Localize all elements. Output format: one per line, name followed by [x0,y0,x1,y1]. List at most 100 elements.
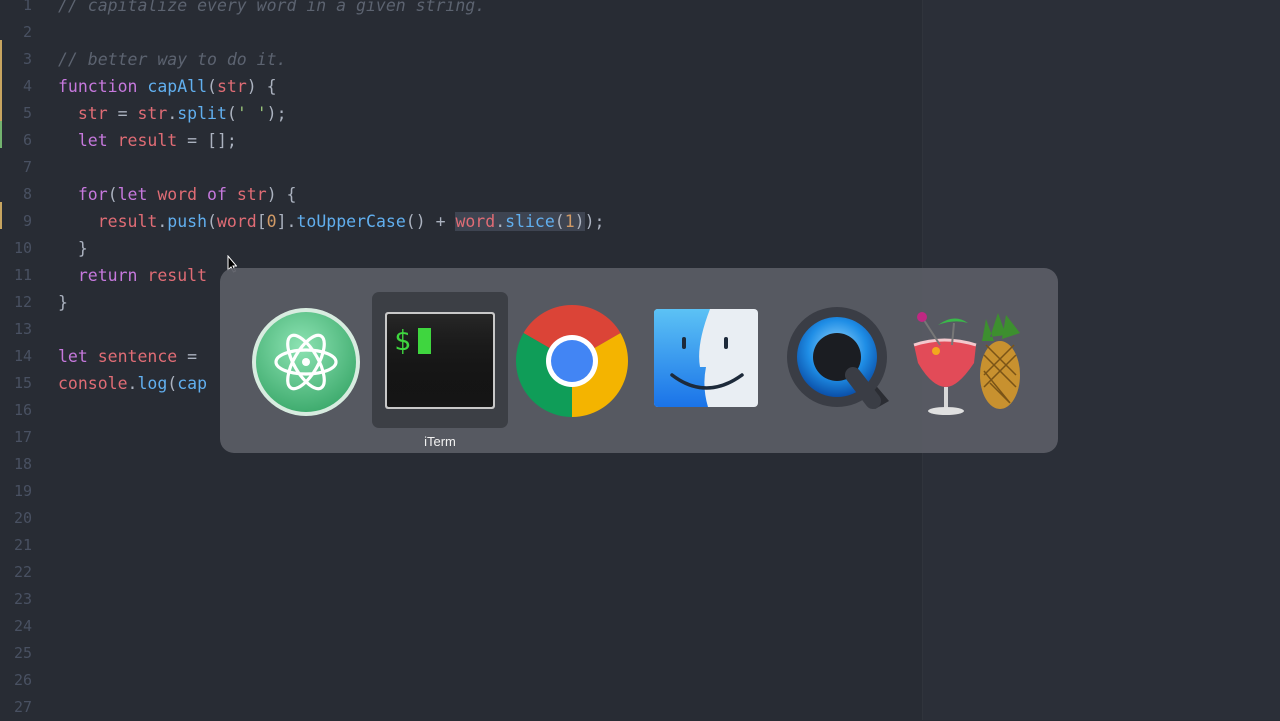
code-line[interactable]: 24 [0,613,922,640]
line-code: // capitalize every word in a given stri… [58,0,485,19]
app-atom[interactable] [250,305,362,417]
code-line[interactable]: 26 [0,667,922,694]
line-number: 16 [13,401,32,419]
code-line[interactable]: 20 [0,505,922,532]
code-line[interactable]: 5 str = str.split(' '); [0,100,922,127]
code-token: = [107,104,138,123]
atom-icon [252,308,360,416]
code-line[interactable]: 21 [0,532,922,559]
code-token: ) [574,212,585,231]
code-token: split [177,104,227,123]
code-token: result [117,131,178,150]
line-code: let result = []; [58,127,237,154]
code-token: ( [107,185,118,204]
code-token: ]. [276,212,297,231]
code-line[interactable]: 25 [0,640,922,667]
code-line[interactable]: 9 result.push(word[0].toUpperCase() + wo… [0,208,922,235]
code-line[interactable]: 23 [0,586,922,613]
code-token: of [197,185,237,204]
quicktime-icon [787,307,889,409]
code-token: ) { [246,77,277,96]
code-token: return [77,266,148,285]
app-iterm[interactable]: $ [372,292,508,428]
code-token: let [117,185,158,204]
code-token: // capitalize every word in a given stri… [58,0,486,15]
code-token: console [58,374,128,393]
code-token: result [147,266,208,285]
code-token: 0 [266,212,277,231]
code-line[interactable]: 1 // capitalize every word in a given str… [0,0,922,19]
code-token: cap [177,374,208,393]
iterm-icon: $ [385,312,495,409]
code-token: . [167,104,178,123]
line-code: let sentence = [58,343,197,370]
code-token: 1 [564,212,575,231]
code-token: capAll [147,77,208,96]
line-number: 15 [13,374,32,392]
code-token: log [137,374,168,393]
code-token: . [127,374,138,393]
code-token: str [77,104,108,123]
code-line[interactable]: 4 function capAll(str) { [0,73,922,100]
line-number: 14 [13,347,32,365]
code-token: word [157,185,198,204]
line-number: 9 [22,212,32,230]
line-code: function capAll(str) { [58,73,277,100]
chrome-icon [515,305,628,418]
code-token: word [216,212,257,231]
code-token: [ [256,212,267,231]
code-token: let [58,347,98,366]
app-chrome[interactable] [515,305,628,418]
code-line[interactable]: 22 [0,559,922,586]
line-code: console.log(cap [58,370,207,397]
code-line[interactable]: 3 // better way to do it. [0,46,922,73]
code-token: ( [207,212,217,231]
code-line[interactable]: 6 let result = []; [0,127,922,154]
line-number: 23 [13,590,32,608]
line-number: 10 [13,239,32,257]
line-number: 26 [13,671,32,689]
line-number: 21 [13,536,32,554]
line-code: result.push(word[0].toUpperCase() + word… [58,208,604,235]
code-token: ); [266,104,287,123]
code-token: // better way to do it. [58,50,287,69]
line-number: 12 [13,293,32,311]
line-code: str = str.split(' '); [58,100,287,127]
app-quicktime[interactable] [783,305,895,417]
code-token: push [167,212,208,231]
code-token: str [216,77,247,96]
handbrake-icon [913,312,1020,415]
code-line[interactable]: 27 [0,694,922,721]
code-token: ) { [266,185,297,204]
code-token: ( [226,104,237,123]
line-code: } [58,235,88,262]
selected-app-label: iTerm [424,434,456,449]
code-token: . [495,212,506,231]
line-number: 25 [13,644,32,662]
line-code: for(let word of str) { [58,181,297,208]
code-line[interactable]: 18 [0,451,922,478]
code-token: ( [167,374,178,393]
code-line[interactable]: 7 [0,154,922,181]
app-handbrake[interactable] [910,305,1022,417]
app-finder[interactable] [650,305,762,417]
code-token: } [58,239,88,258]
line-number: 19 [13,482,32,500]
code-token: = [177,347,198,366]
code-line[interactable]: 8 for(let word of str) { [0,181,922,208]
code-line[interactable]: 19 [0,478,922,505]
code-token: ); [584,212,605,231]
code-line[interactable]: 2 [0,19,922,46]
line-number: 4 [22,77,32,95]
code-token: result [97,212,158,231]
code-line[interactable]: 10 } [0,235,922,262]
line-number: 22 [13,563,32,581]
code-token: str [236,185,267,204]
code-token: sentence [97,347,178,366]
line-number: 3 [22,50,32,68]
